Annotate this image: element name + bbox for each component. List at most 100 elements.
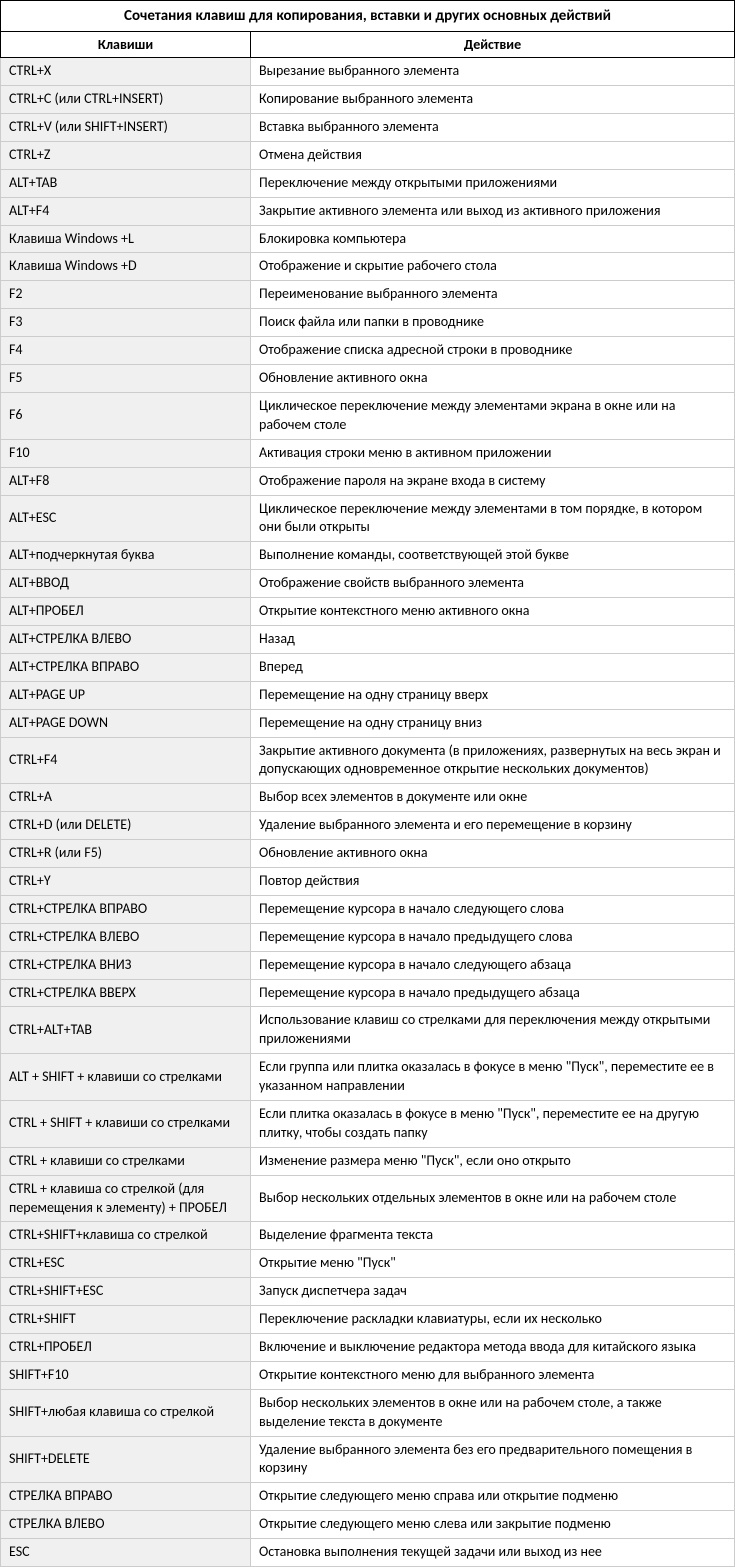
key-cell: Клавиша Windows +L bbox=[1, 225, 251, 253]
table-row: F2Переименование выбранного элемента bbox=[1, 281, 735, 309]
table-row: ALT+ESCЦиклическое переключение между эл… bbox=[1, 495, 735, 542]
action-cell: Назад bbox=[251, 625, 735, 653]
table-row: ALT+подчеркнутая букваВыполнение команды… bbox=[1, 542, 735, 570]
key-cell: CTRL + SHIFT + клавиши со стрелками bbox=[1, 1100, 251, 1147]
action-cell: Выбор нескольких элементов в окне или на… bbox=[251, 1389, 735, 1436]
key-cell: ALT+F8 bbox=[1, 467, 251, 495]
table-row: CTRL+R (или F5)Обновление активного окна bbox=[1, 840, 735, 868]
action-cell: Открытие контекстного меню активного окн… bbox=[251, 598, 735, 626]
table-row: CTRL+СТРЕЛКА ВВЕРХПеремещение курсора в … bbox=[1, 979, 735, 1007]
table-row: ALT+F8Отображение пароля на экране входа… bbox=[1, 467, 735, 495]
action-cell: Отображение списка адресной строки в про… bbox=[251, 337, 735, 365]
key-cell: CTRL+C (или CTRL+INSERT) bbox=[1, 86, 251, 114]
table-row: ALT+PAGE UPПеремещение на одну страницу … bbox=[1, 681, 735, 709]
action-cell: Вырезание выбранного элемента bbox=[251, 58, 735, 86]
key-cell: ALT+ПРОБЕЛ bbox=[1, 598, 251, 626]
key-cell: F5 bbox=[1, 365, 251, 393]
action-cell: Переименование выбранного элемента bbox=[251, 281, 735, 309]
key-cell: CTRL+A bbox=[1, 784, 251, 812]
action-cell: Открытие следующего меню справа или откр… bbox=[251, 1483, 735, 1511]
action-cell: Выделение фрагмента текста bbox=[251, 1222, 735, 1250]
action-cell: Копирование выбранного элемента bbox=[251, 86, 735, 114]
key-cell: CTRL+СТРЕЛКА ВВЕРХ bbox=[1, 979, 251, 1007]
table-row: CTRL+SHIFTПереключение раскладки клавиат… bbox=[1, 1306, 735, 1334]
table-row: ALT+F4Закрытие активного элемента или вы… bbox=[1, 197, 735, 225]
action-cell: Поиск файла или папки в проводнике bbox=[251, 309, 735, 337]
key-cell: CTRL+SHIFT+клавиша со стрелкой bbox=[1, 1222, 251, 1250]
key-cell: ALT+PAGE DOWN bbox=[1, 709, 251, 737]
action-cell: Отображение пароля на экране входа в сис… bbox=[251, 467, 735, 495]
action-cell: Открытие контекстного меню для выбранног… bbox=[251, 1361, 735, 1389]
table-row: CTRL + клавиши со стрелкамиИзменение раз… bbox=[1, 1147, 735, 1175]
key-cell: SHIFT+DELETE bbox=[1, 1436, 251, 1483]
key-cell: CTRL+ALT+TAB bbox=[1, 1007, 251, 1054]
table-row: F3Поиск файла или папки в проводнике bbox=[1, 309, 735, 337]
action-cell: Использование клавиш со стрелками для пе… bbox=[251, 1007, 735, 1054]
table-row: CTRL+СТРЕЛКА ВНИЗПеремещение курсора в н… bbox=[1, 951, 735, 979]
action-cell: Перемещение на одну страницу вверх bbox=[251, 681, 735, 709]
action-cell: Выбор всех элементов в документе или окн… bbox=[251, 784, 735, 812]
action-cell: Удаление выбранного элемента и его перем… bbox=[251, 812, 735, 840]
key-cell: ESC bbox=[1, 1539, 251, 1567]
table-row: СТРЕЛКА ВПРАВООткрытие следующего меню с… bbox=[1, 1483, 735, 1511]
key-cell: CTRL + клавиши со стрелками bbox=[1, 1147, 251, 1175]
table-row: ESCОстановка выполнения текущей задачи и… bbox=[1, 1539, 735, 1567]
key-cell: ALT+TAB bbox=[1, 169, 251, 197]
action-cell: Перемещение курсора в начало следующего … bbox=[251, 895, 735, 923]
key-cell: F2 bbox=[1, 281, 251, 309]
table-row: F5Обновление активного окна bbox=[1, 365, 735, 393]
action-cell: Переключение раскладки клавиатуры, если … bbox=[251, 1306, 735, 1334]
key-cell: ALT+СТРЕЛКА ВЛЕВО bbox=[1, 625, 251, 653]
table-row: ALT+TABПереключение между открытыми прил… bbox=[1, 169, 735, 197]
action-cell: Изменение размера меню "Пуск", если оно … bbox=[251, 1147, 735, 1175]
key-cell: F3 bbox=[1, 309, 251, 337]
key-cell: CTRL+СТРЕЛКА ВНИЗ bbox=[1, 951, 251, 979]
action-cell: Перемещение курсора в начало предыдущего… bbox=[251, 923, 735, 951]
key-cell: CTRL+V (или SHIFT+INSERT) bbox=[1, 114, 251, 142]
table-row: CTRL + SHIFT + клавиши со стрелкамиЕсли … bbox=[1, 1100, 735, 1147]
table-row: CTRL+ZОтмена действия bbox=[1, 141, 735, 169]
table-row: СТРЕЛКА ВЛЕВООткрытие следующего меню сл… bbox=[1, 1511, 735, 1539]
table-row: CTRL+СТРЕЛКА ВПРАВОПеремещение курсора в… bbox=[1, 895, 735, 923]
key-cell: ALT+ESC bbox=[1, 495, 251, 542]
action-cell: Отображение свойств выбранного элемента bbox=[251, 570, 735, 598]
action-cell: Запуск диспетчера задач bbox=[251, 1278, 735, 1306]
table-row: F10Активация строки меню в активном прил… bbox=[1, 439, 735, 467]
action-cell: Закрытие активного документа (в приложен… bbox=[251, 737, 735, 784]
table-row: F4Отображение списка адресной строки в п… bbox=[1, 337, 735, 365]
action-cell: Перемещение курсора в начало предыдущего… bbox=[251, 979, 735, 1007]
table-row: ALT+СТРЕЛКА ВЛЕВОНазад bbox=[1, 625, 735, 653]
action-cell: Обновление активного окна bbox=[251, 365, 735, 393]
table-row: CTRL+ПРОБЕЛВключение и выключение редакт… bbox=[1, 1334, 735, 1362]
table-row: SHIFT+любая клавиша со стрелкойВыбор нес… bbox=[1, 1389, 735, 1436]
table-row: CTRL+ALT+TABИспользование клавиш со стре… bbox=[1, 1007, 735, 1054]
key-cell: CTRL+SHIFT+ESC bbox=[1, 1278, 251, 1306]
key-cell: CTRL+СТРЕЛКА ВЛЕВО bbox=[1, 923, 251, 951]
action-cell: Удаление выбранного элемента без его пре… bbox=[251, 1436, 735, 1483]
action-cell: Вперед bbox=[251, 653, 735, 681]
key-cell: SHIFT+любая клавиша со стрелкой bbox=[1, 1389, 251, 1436]
table-row: ALT+PAGE DOWNПеремещение на одну страниц… bbox=[1, 709, 735, 737]
table-row: CTRL+XВырезание выбранного элемента bbox=[1, 58, 735, 86]
key-cell: СТРЕЛКА ВПРАВО bbox=[1, 1483, 251, 1511]
table-row: CTRL+F4Закрытие активного документа (в п… bbox=[1, 737, 735, 784]
table-row: CTRL+V (или SHIFT+INSERT)Вставка выбранн… bbox=[1, 114, 735, 142]
action-cell: Отмена действия bbox=[251, 141, 735, 169]
action-cell: Открытие меню "Пуск" bbox=[251, 1250, 735, 1278]
action-cell: Перемещение на одну страницу вниз bbox=[251, 709, 735, 737]
table-row: CTRL+SHIFT+клавиша со стрелкойВыделение … bbox=[1, 1222, 735, 1250]
table-row: ALT+ВВОДОтображение свойств выбранного э… bbox=[1, 570, 735, 598]
key-cell: F6 bbox=[1, 392, 251, 439]
table-row: CTRL+SHIFT+ESCЗапуск диспетчера задач bbox=[1, 1278, 735, 1306]
key-cell: CTRL+ПРОБЕЛ bbox=[1, 1334, 251, 1362]
table-row: CTRL + клавиша со стрелкой (для перемеще… bbox=[1, 1175, 735, 1222]
table-row: CTRL+YПовтор действия bbox=[1, 867, 735, 895]
key-cell: CTRL+ESC bbox=[1, 1250, 251, 1278]
action-cell: Если плитка оказалась в фокусе в меню "П… bbox=[251, 1100, 735, 1147]
table-row: CTRL+AВыбор всех элементов в документе и… bbox=[1, 784, 735, 812]
action-cell: Открытие следующего меню слева или закры… bbox=[251, 1511, 735, 1539]
key-cell: ALT+СТРЕЛКА ВПРАВО bbox=[1, 653, 251, 681]
table-row: Клавиша Windows +LБлокировка компьютера bbox=[1, 225, 735, 253]
action-cell: Переключение между открытыми приложениям… bbox=[251, 169, 735, 197]
table-row: CTRL+СТРЕЛКА ВЛЕВОПеремещение курсора в … bbox=[1, 923, 735, 951]
